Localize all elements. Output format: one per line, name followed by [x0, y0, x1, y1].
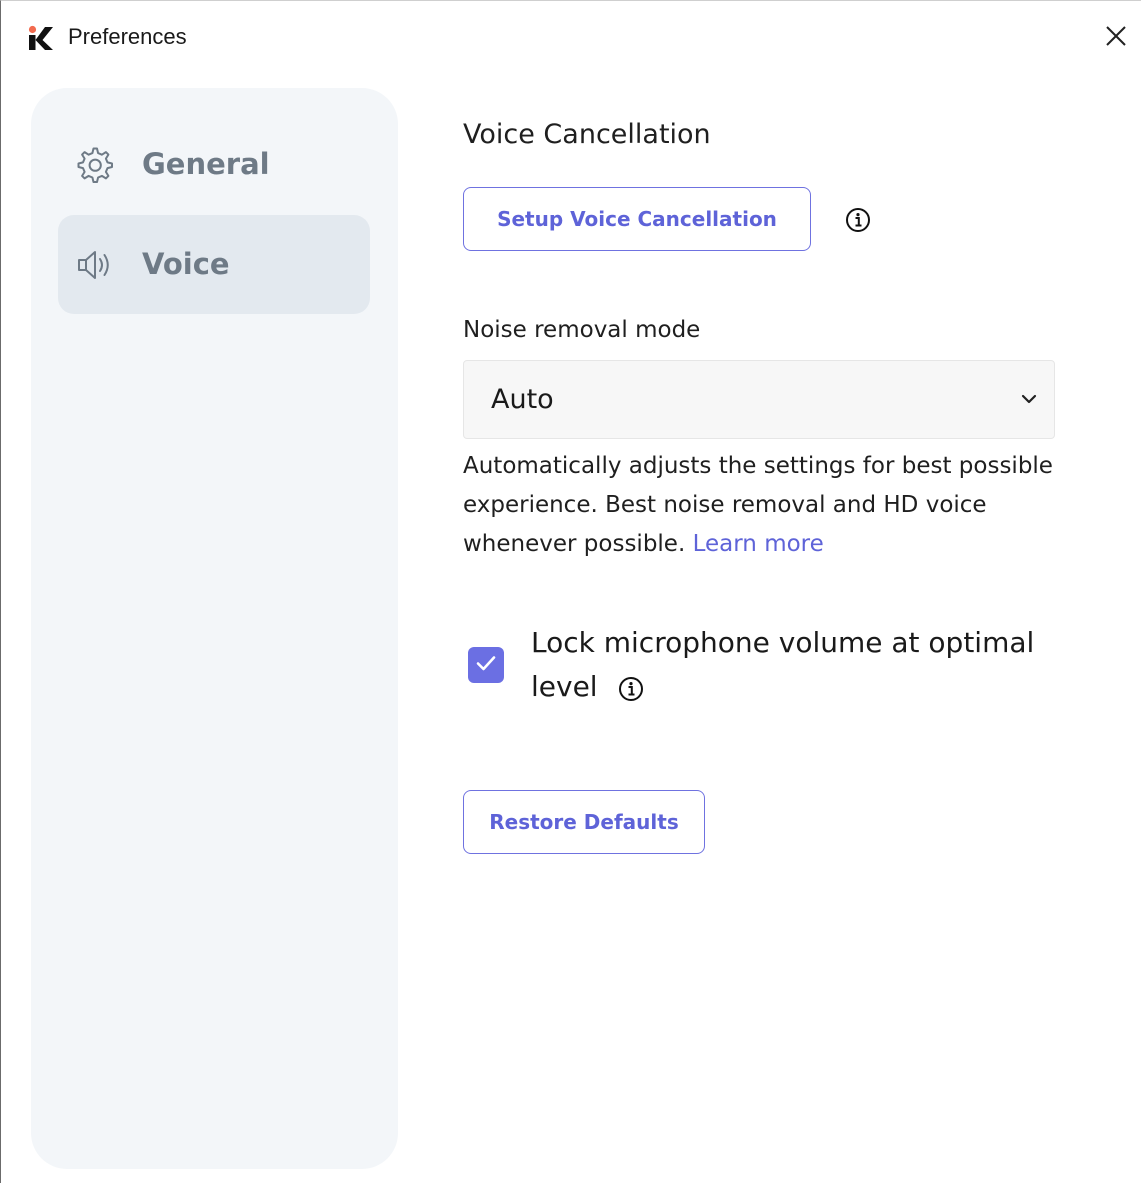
title-bar: Preferences [1, 1, 1141, 71]
checkmark-icon [473, 650, 499, 680]
select-value: Auto [491, 384, 554, 415]
setup-voice-cancellation-button[interactable]: Setup Voice Cancellation [463, 187, 811, 251]
lock-microphone-label: Lock microphone volume at optimal level [531, 621, 1071, 709]
info-icon[interactable] [618, 676, 644, 702]
noise-removal-mode-select[interactable]: Auto [463, 360, 1055, 439]
learn-more-link[interactable]: Learn more [693, 531, 824, 557]
noise-mode-description: Automatically adjusts the settings for b… [463, 447, 1078, 564]
preferences-window: Preferences General Voice Voice Cancella… [0, 0, 1141, 1183]
restore-defaults-button[interactable]: Restore Defaults [463, 790, 705, 854]
chevron-down-icon [1020, 390, 1038, 408]
sidebar: General Voice [31, 88, 398, 1169]
speaker-icon [76, 246, 114, 284]
sidebar-item-label: Voice [142, 247, 230, 281]
close-button[interactable] [1097, 19, 1135, 57]
lock-microphone-label-line2: level [531, 670, 598, 703]
section-title: Voice Cancellation [463, 119, 711, 150]
lock-microphone-label-line1: Lock microphone volume at optimal [531, 626, 1035, 659]
close-icon[interactable] [1105, 25, 1127, 51]
sidebar-item-voice[interactable]: Voice [58, 215, 370, 314]
kr-logo-icon [28, 25, 54, 51]
window-title: Preferences [68, 24, 187, 49]
gear-icon [76, 146, 114, 184]
sidebar-item-general[interactable]: General [58, 115, 370, 214]
noise-removal-mode-label: Noise removal mode [463, 317, 701, 343]
sidebar-item-label: General [142, 147, 270, 181]
lock-microphone-checkbox[interactable] [468, 647, 504, 683]
info-icon[interactable] [845, 207, 871, 233]
